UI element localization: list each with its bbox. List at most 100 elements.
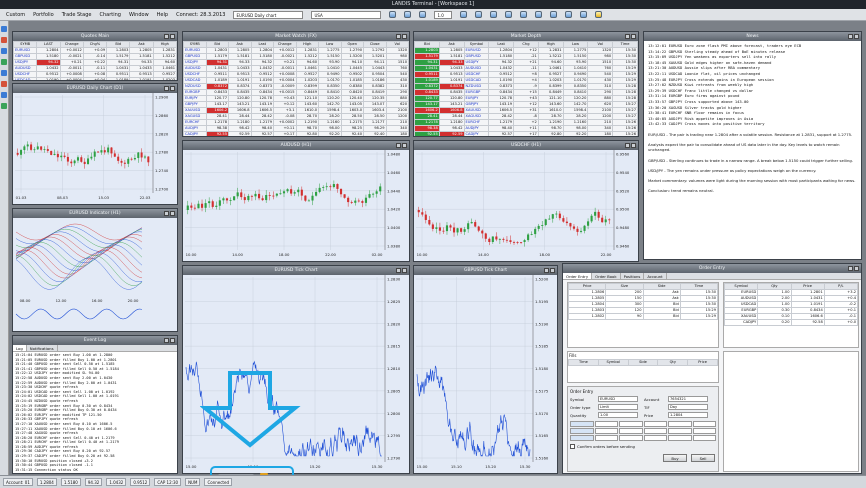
tif-select[interactable]: Day — [668, 404, 708, 410]
positions-table[interactable]: Symbol Qty Price P/L EURUSD 1.00 1.2801 +3.2 AUD… — [723, 283, 859, 326]
zoom-field[interactable]: 1.0 — [434, 10, 453, 19]
ladder-cell[interactable] — [643, 421, 667, 427]
ladder-cell[interactable] — [619, 428, 643, 434]
gbpusd-tick-title-bar[interactable]: GBPUSD Tick Chart — [414, 266, 557, 275]
close-icon[interactable] — [631, 34, 636, 39]
table-row[interactable]: USDCAD 1.0190 +0.0004 +0.04 1.0189 1.0191 1.02… — [13, 77, 177, 80]
close-icon[interactable] — [402, 34, 407, 39]
minimize-icon[interactable] — [625, 143, 630, 148]
left-tool-2-icon[interactable] — [1, 37, 7, 43]
column-header[interactable]: Side — [627, 359, 659, 366]
line-icon[interactable] — [505, 11, 513, 18]
refresh-icon[interactable] — [550, 11, 558, 18]
minimize-icon[interactable] — [544, 268, 549, 273]
minimize-icon[interactable] — [396, 268, 401, 273]
event-log-title-bar[interactable]: Event Log — [13, 336, 177, 345]
menu-window[interactable]: Window — [129, 12, 149, 18]
indicator-chart-title-bar[interactable]: EURUSD Indicator (H1) — [13, 209, 177, 218]
ladder-cell[interactable] — [570, 421, 594, 427]
tab-positions[interactable]: Positions — [621, 273, 645, 279]
indicator-chart[interactable]: 08.00 12.00 16.00 20.00 — [13, 218, 178, 332]
table-row[interactable]: CADJPY 0.20 92.58 +0.0 — [723, 319, 859, 326]
ladder-cell[interactable] — [570, 428, 594, 434]
market-watch-title-bar[interactable]: Market Watch (FX) — [183, 32, 409, 41]
quantity-field[interactable]: 1.00 — [598, 412, 638, 418]
candle-icon[interactable] — [490, 11, 498, 18]
sell-button[interactable]: Sell — [691, 454, 715, 462]
order-type-select[interactable]: Limit — [598, 404, 638, 410]
ladder-cell[interactable] — [570, 435, 594, 441]
minimize-icon[interactable] — [164, 34, 169, 39]
daily-chart[interactable]: 1.2900 1.2860 1.2820 1.2780 1.2740 1.2700 01.0… — [13, 93, 178, 205]
price-field[interactable]: 1.2804 — [668, 412, 708, 418]
ladder-cell[interactable] — [594, 421, 618, 427]
ladder-cell[interactable] — [643, 428, 667, 434]
log-entry[interactable]: 15:31:15 Connection status OK — [15, 468, 175, 473]
ladder-cell[interactable] — [643, 435, 667, 441]
menu-trade-stage[interactable]: Trade Stage — [62, 12, 92, 18]
grid-icon[interactable] — [520, 11, 528, 18]
table-row[interactable]: 92.55 92.59 CADJPY 92.57 +17 92.80 92.20 180 15:… — [414, 131, 638, 136]
column-header[interactable]: Price — [687, 359, 718, 366]
ladder-cell[interactable] — [619, 435, 643, 441]
ladder-cell[interactable] — [594, 435, 618, 441]
tab-log[interactable]: Log — [13, 345, 27, 351]
zoom-in-icon[interactable] — [404, 11, 412, 18]
close-icon[interactable] — [550, 268, 555, 273]
left-tool-8-icon[interactable] — [1, 103, 7, 109]
tab-notifications[interactable]: Notifications — [27, 345, 58, 351]
quotes-main-title-bar[interactable]: Quotes Main — [13, 32, 177, 41]
menu-custom[interactable]: Custom — [6, 12, 25, 18]
close-icon[interactable] — [170, 338, 175, 343]
minimize-icon[interactable] — [848, 266, 853, 271]
table-row[interactable]: 1.2802 90 Bid 15:29 — [567, 313, 719, 320]
column-header[interactable]: Time — [568, 359, 599, 366]
menu-help[interactable]: Help — [157, 12, 168, 18]
left-tool-4-icon[interactable] — [1, 59, 7, 65]
fills-table[interactable]: Time Symbol Side Qty Price — [568, 359, 718, 366]
minimize-icon[interactable] — [164, 86, 169, 91]
audusd-chart-title-bar[interactable]: AUDUSD (H1) — [183, 141, 409, 150]
minimize-icon[interactable] — [625, 34, 630, 39]
column-header[interactable]: Symbol — [597, 359, 629, 366]
minimize-icon[interactable] — [164, 211, 169, 216]
order-book-table[interactable]: Price Size Side Time 1.2806 200 Ask 15:30 1.2805… — [567, 283, 719, 320]
ladder-cell[interactable] — [692, 435, 716, 441]
minimize-icon[interactable] — [396, 143, 401, 148]
news-headline[interactable]: 13:42:33 CADJPY Cross moves into positiv… — [648, 121, 857, 127]
left-tool-7-icon[interactable] — [1, 92, 7, 98]
column-header[interactable]: Qty — [657, 359, 689, 366]
zoom-out-icon[interactable] — [419, 11, 427, 18]
ladder-cell[interactable] — [668, 421, 692, 427]
pencil-icon[interactable] — [595, 11, 603, 18]
close-icon[interactable] — [170, 211, 175, 216]
tab-order-book[interactable]: Order Book — [592, 273, 621, 279]
left-tool-1-icon[interactable] — [1, 26, 7, 32]
close-icon[interactable] — [402, 143, 407, 148]
chart-icon[interactable] — [460, 11, 468, 18]
ladder-cell[interactable] — [692, 421, 716, 427]
buy-button[interactable]: Buy — [663, 454, 687, 462]
market-depth-table[interactable]: Bid Ask Symbol Last Chg High Low Vol Time 1.2803 1… — [414, 41, 638, 136]
daily-chart-title-bar[interactable]: EURUSD Daily Chart (D1) — [13, 84, 177, 93]
chart-combo[interactable]: EURUSD Daily chart — [233, 10, 304, 19]
ladder-cell[interactable] — [594, 428, 618, 434]
market-depth-title-bar[interactable]: Market Depth — [414, 32, 638, 41]
audusd-chart[interactable]: 1.0480 1.0460 1.0440 1.0420 1.0400 1.0380 10.0… — [183, 150, 410, 262]
settings-icon[interactable] — [580, 11, 588, 18]
minimize-icon[interactable] — [396, 34, 401, 39]
ladder-cell[interactable] — [668, 435, 692, 441]
news-title-bar[interactable]: News — [644, 32, 861, 41]
tab-account[interactable]: Account — [644, 273, 667, 279]
eurusd-tick-title-bar[interactable]: EURUSD Tick Chart — [183, 266, 409, 275]
left-tool-3-icon[interactable] — [1, 48, 7, 54]
left-tool-5-icon[interactable] — [1, 70, 7, 76]
close-icon[interactable] — [631, 143, 636, 148]
close-icon[interactable] — [170, 34, 175, 39]
gbpusd-tick-chart[interactable]: 1.5200 1.5195 1.5190 1.5185 1.5180 1.5175 1.51… — [414, 275, 558, 474]
close-icon[interactable] — [402, 268, 407, 273]
menu-portfolio[interactable]: Portfolio — [33, 12, 54, 18]
ladder-cell[interactable] — [619, 421, 643, 427]
close-icon[interactable] — [854, 266, 859, 271]
table-row[interactable]: CADJPY 92.55 92.59 92.57 +0.17 92.80 92.20 92.4… — [183, 131, 409, 136]
